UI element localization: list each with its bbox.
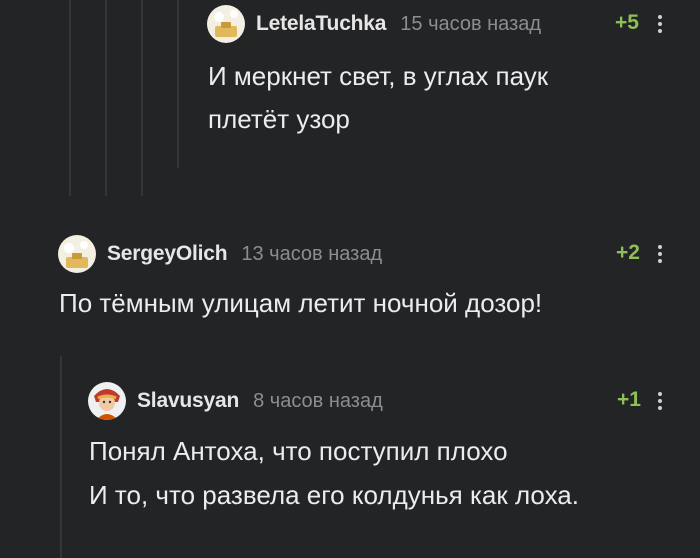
comment-header: Slavusyan 8 часов назад — [88, 381, 383, 421]
thread-line[interactable] — [69, 0, 71, 196]
user-avatar[interactable] — [58, 235, 96, 273]
comment-text-line: Понял Антоха, что поступил плохо — [89, 436, 508, 466]
more-options-icon[interactable] — [655, 13, 665, 35]
comment-rating[interactable]: +1 — [617, 388, 641, 412]
thread-line[interactable] — [177, 0, 179, 168]
comment-rating[interactable]: +2 — [616, 241, 640, 265]
default-avatar-icon — [207, 5, 245, 43]
comment-text-line: И то, что развела его колдунья как лоха. — [89, 480, 579, 510]
comment-header: SergeyOlich 13 часов назад — [58, 234, 382, 274]
comments-page: LetelaTuchka 15 часов назад +5 И меркнет… — [0, 0, 700, 558]
character-avatar-icon — [88, 382, 126, 420]
more-options-icon[interactable] — [655, 390, 665, 412]
comment-rating[interactable]: +5 — [615, 11, 639, 35]
username[interactable]: Slavusyan — [137, 389, 239, 413]
default-avatar-icon — [58, 235, 96, 273]
comment-text-line: И меркнет свет, в углах паук — [208, 61, 549, 91]
comment-time[interactable]: 15 часов назад — [400, 13, 541, 36]
username[interactable]: LetelaTuchka — [256, 12, 386, 36]
thread-line[interactable] — [105, 0, 107, 196]
comment-text-line: плетёт узор — [208, 104, 350, 134]
thread-line[interactable] — [60, 356, 62, 558]
user-avatar[interactable] — [207, 5, 245, 43]
thread-line[interactable] — [141, 0, 143, 196]
comment-text-line: По тёмным улицам летит ночной дозор! — [59, 288, 543, 318]
more-options-icon[interactable] — [655, 243, 665, 265]
comment-time[interactable]: 8 часов назад — [253, 390, 383, 413]
comment-time[interactable]: 13 часов назад — [241, 243, 382, 266]
comment-header: LetelaTuchka 15 часов назад — [207, 4, 541, 44]
user-avatar[interactable] — [88, 382, 126, 420]
username[interactable]: SergeyOlich — [107, 242, 228, 266]
